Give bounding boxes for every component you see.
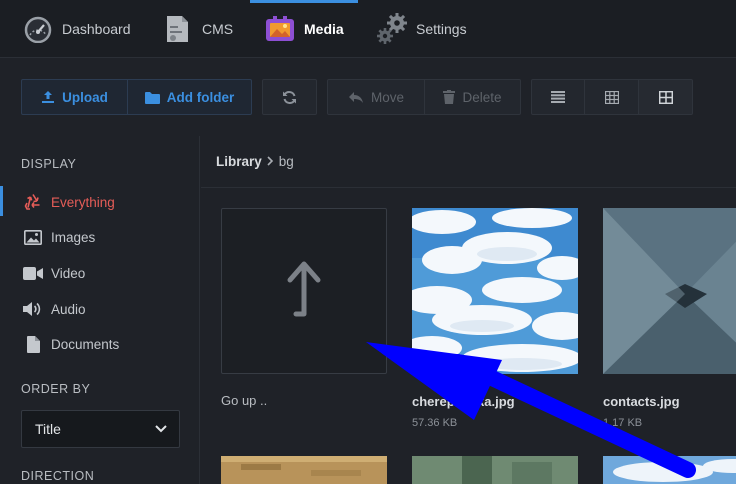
display-section-title: DISPLAY — [21, 157, 77, 171]
file-name: cherepashka.jpg — [412, 394, 515, 409]
sidebar-item-images[interactable]: Images — [0, 220, 200, 254]
file-thumbnail[interactable] — [603, 208, 736, 374]
file-thumbnail[interactable] — [412, 208, 578, 374]
sidebar-item-documents[interactable]: Documents — [0, 327, 200, 361]
refresh-button[interactable] — [262, 79, 317, 115]
sidebar-label-video: Video — [51, 265, 86, 281]
file-size: 1.17 KB — [603, 417, 643, 429]
media-icon — [264, 13, 296, 45]
file-size: 57.36 KB — [412, 417, 458, 429]
file-thumbnail[interactable] — [221, 456, 387, 484]
upload-button[interactable]: Upload — [21, 79, 128, 115]
media-library-panel: Library bg Go up .. cherepashka.jpg 57.3… — [201, 136, 736, 484]
file-thumbnail[interactable] — [412, 456, 578, 484]
order-by-section-title: ORDER BY — [21, 382, 91, 396]
direction-section-title: DIRECTION — [21, 469, 95, 483]
breadcrumb-divider — [201, 187, 736, 188]
nav-label-dashboard: Dashboard — [62, 21, 131, 37]
order-by-value: Title — [35, 421, 61, 437]
chevron-right-icon — [267, 155, 274, 169]
delete-button[interactable]: Delete — [424, 79, 521, 115]
sidebar-item-audio[interactable]: Audio — [0, 292, 200, 326]
go-up-tile[interactable] — [221, 208, 387, 374]
nav-item-cms[interactable]: CMS — [162, 0, 233, 58]
breadcrumb-current: bg — [278, 154, 294, 169]
image-icon — [23, 227, 43, 247]
sidebar-label-everything: Everything — [51, 194, 115, 210]
chevron-down-icon — [155, 425, 167, 433]
video-icon — [23, 263, 43, 283]
filter-sidebar: DISPLAY Everything Images Video Audio Do… — [0, 136, 200, 484]
move-icon — [348, 91, 363, 103]
nav-label-cms: CMS — [202, 21, 234, 37]
go-up-label: Go up .. — [221, 393, 268, 408]
large-grid-view-button[interactable] — [638, 79, 693, 115]
gears-icon — [376, 13, 408, 45]
delete-label: Delete — [462, 89, 502, 105]
media-toolbar: Upload Add folder Move Delete — [0, 58, 736, 136]
sidebar-label-audio: Audio — [51, 301, 86, 317]
move-button[interactable]: Move — [327, 79, 425, 115]
upload-label: Upload — [62, 89, 108, 105]
audio-icon — [23, 299, 43, 319]
file-name: contacts.jpg — [603, 394, 680, 409]
nav-label-settings: Settings — [416, 21, 467, 37]
nav-item-settings[interactable]: Settings — [376, 0, 467, 58]
nav-label-media: Media — [304, 21, 344, 37]
document-icon — [23, 334, 43, 354]
upload-icon — [42, 91, 55, 103]
level-up-arrow-icon — [287, 261, 321, 317]
top-navigation: Dashboard CMS Media Settings — [0, 0, 736, 58]
folder-icon — [144, 91, 160, 104]
add-folder-button[interactable]: Add folder — [127, 79, 252, 115]
small-grid-icon — [604, 90, 619, 104]
cms-icon — [162, 13, 194, 45]
gauge-icon — [22, 13, 54, 45]
sidebar-item-video[interactable]: Video — [0, 256, 200, 290]
recycle-icon — [23, 192, 43, 212]
sidebar-label-images: Images — [51, 229, 96, 245]
list-icon — [551, 91, 565, 103]
breadcrumb-root[interactable]: Library — [216, 154, 262, 169]
sidebar-label-documents: Documents — [51, 336, 120, 352]
trash-icon — [443, 90, 456, 104]
move-label: Move — [370, 89, 404, 105]
nav-item-media[interactable]: Media — [264, 0, 344, 58]
refresh-icon — [283, 90, 296, 104]
breadcrumb: Library bg — [216, 154, 294, 169]
order-by-select[interactable]: Title — [21, 410, 180, 448]
list-view-button[interactable] — [531, 79, 585, 115]
nav-item-dashboard[interactable]: Dashboard — [22, 0, 131, 58]
sidebar-item-everything[interactable]: Everything — [0, 185, 200, 219]
small-grid-view-button[interactable] — [584, 79, 639, 115]
file-thumbnail[interactable] — [603, 456, 736, 484]
large-grid-icon — [658, 90, 673, 104]
add-folder-label: Add folder — [166, 89, 235, 105]
